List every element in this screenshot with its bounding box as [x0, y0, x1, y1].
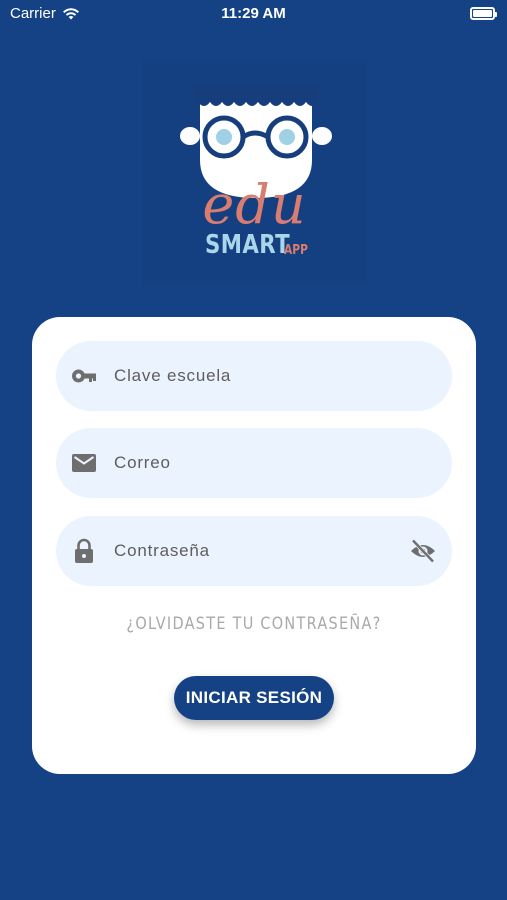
app-logo: edu SMART APP: [142, 60, 367, 285]
password-input[interactable]: [114, 516, 394, 586]
school-key-field[interactable]: [56, 341, 452, 411]
logo-wordmark-app: APP: [284, 243, 308, 258]
login-card: ¿Olvidaste tu contraseña? INICIAR SESIÓN: [32, 317, 476, 774]
key-icon: [72, 369, 96, 383]
lock-icon: [75, 538, 93, 563]
eye-off-icon[interactable]: [409, 538, 437, 564]
logo-wordmark-smart: SMART: [205, 230, 291, 260]
forgot-password-link[interactable]: ¿Olvidaste tu contraseña?: [65, 614, 442, 634]
email-input[interactable]: [114, 428, 394, 498]
email-field[interactable]: [56, 428, 452, 498]
clock: 11:29 AM: [221, 5, 286, 22]
password-field[interactable]: [56, 516, 452, 586]
battery-level: [473, 10, 492, 17]
status-bar: Carrier 11:29 AM: [0, 0, 507, 28]
login-button[interactable]: INICIAR SESIÓN: [174, 676, 334, 720]
battery-icon: [470, 7, 497, 20]
logo-wordmark-edu: edu: [202, 173, 307, 236]
school-key-input[interactable]: [114, 341, 394, 411]
envelope-icon: [72, 454, 96, 472]
